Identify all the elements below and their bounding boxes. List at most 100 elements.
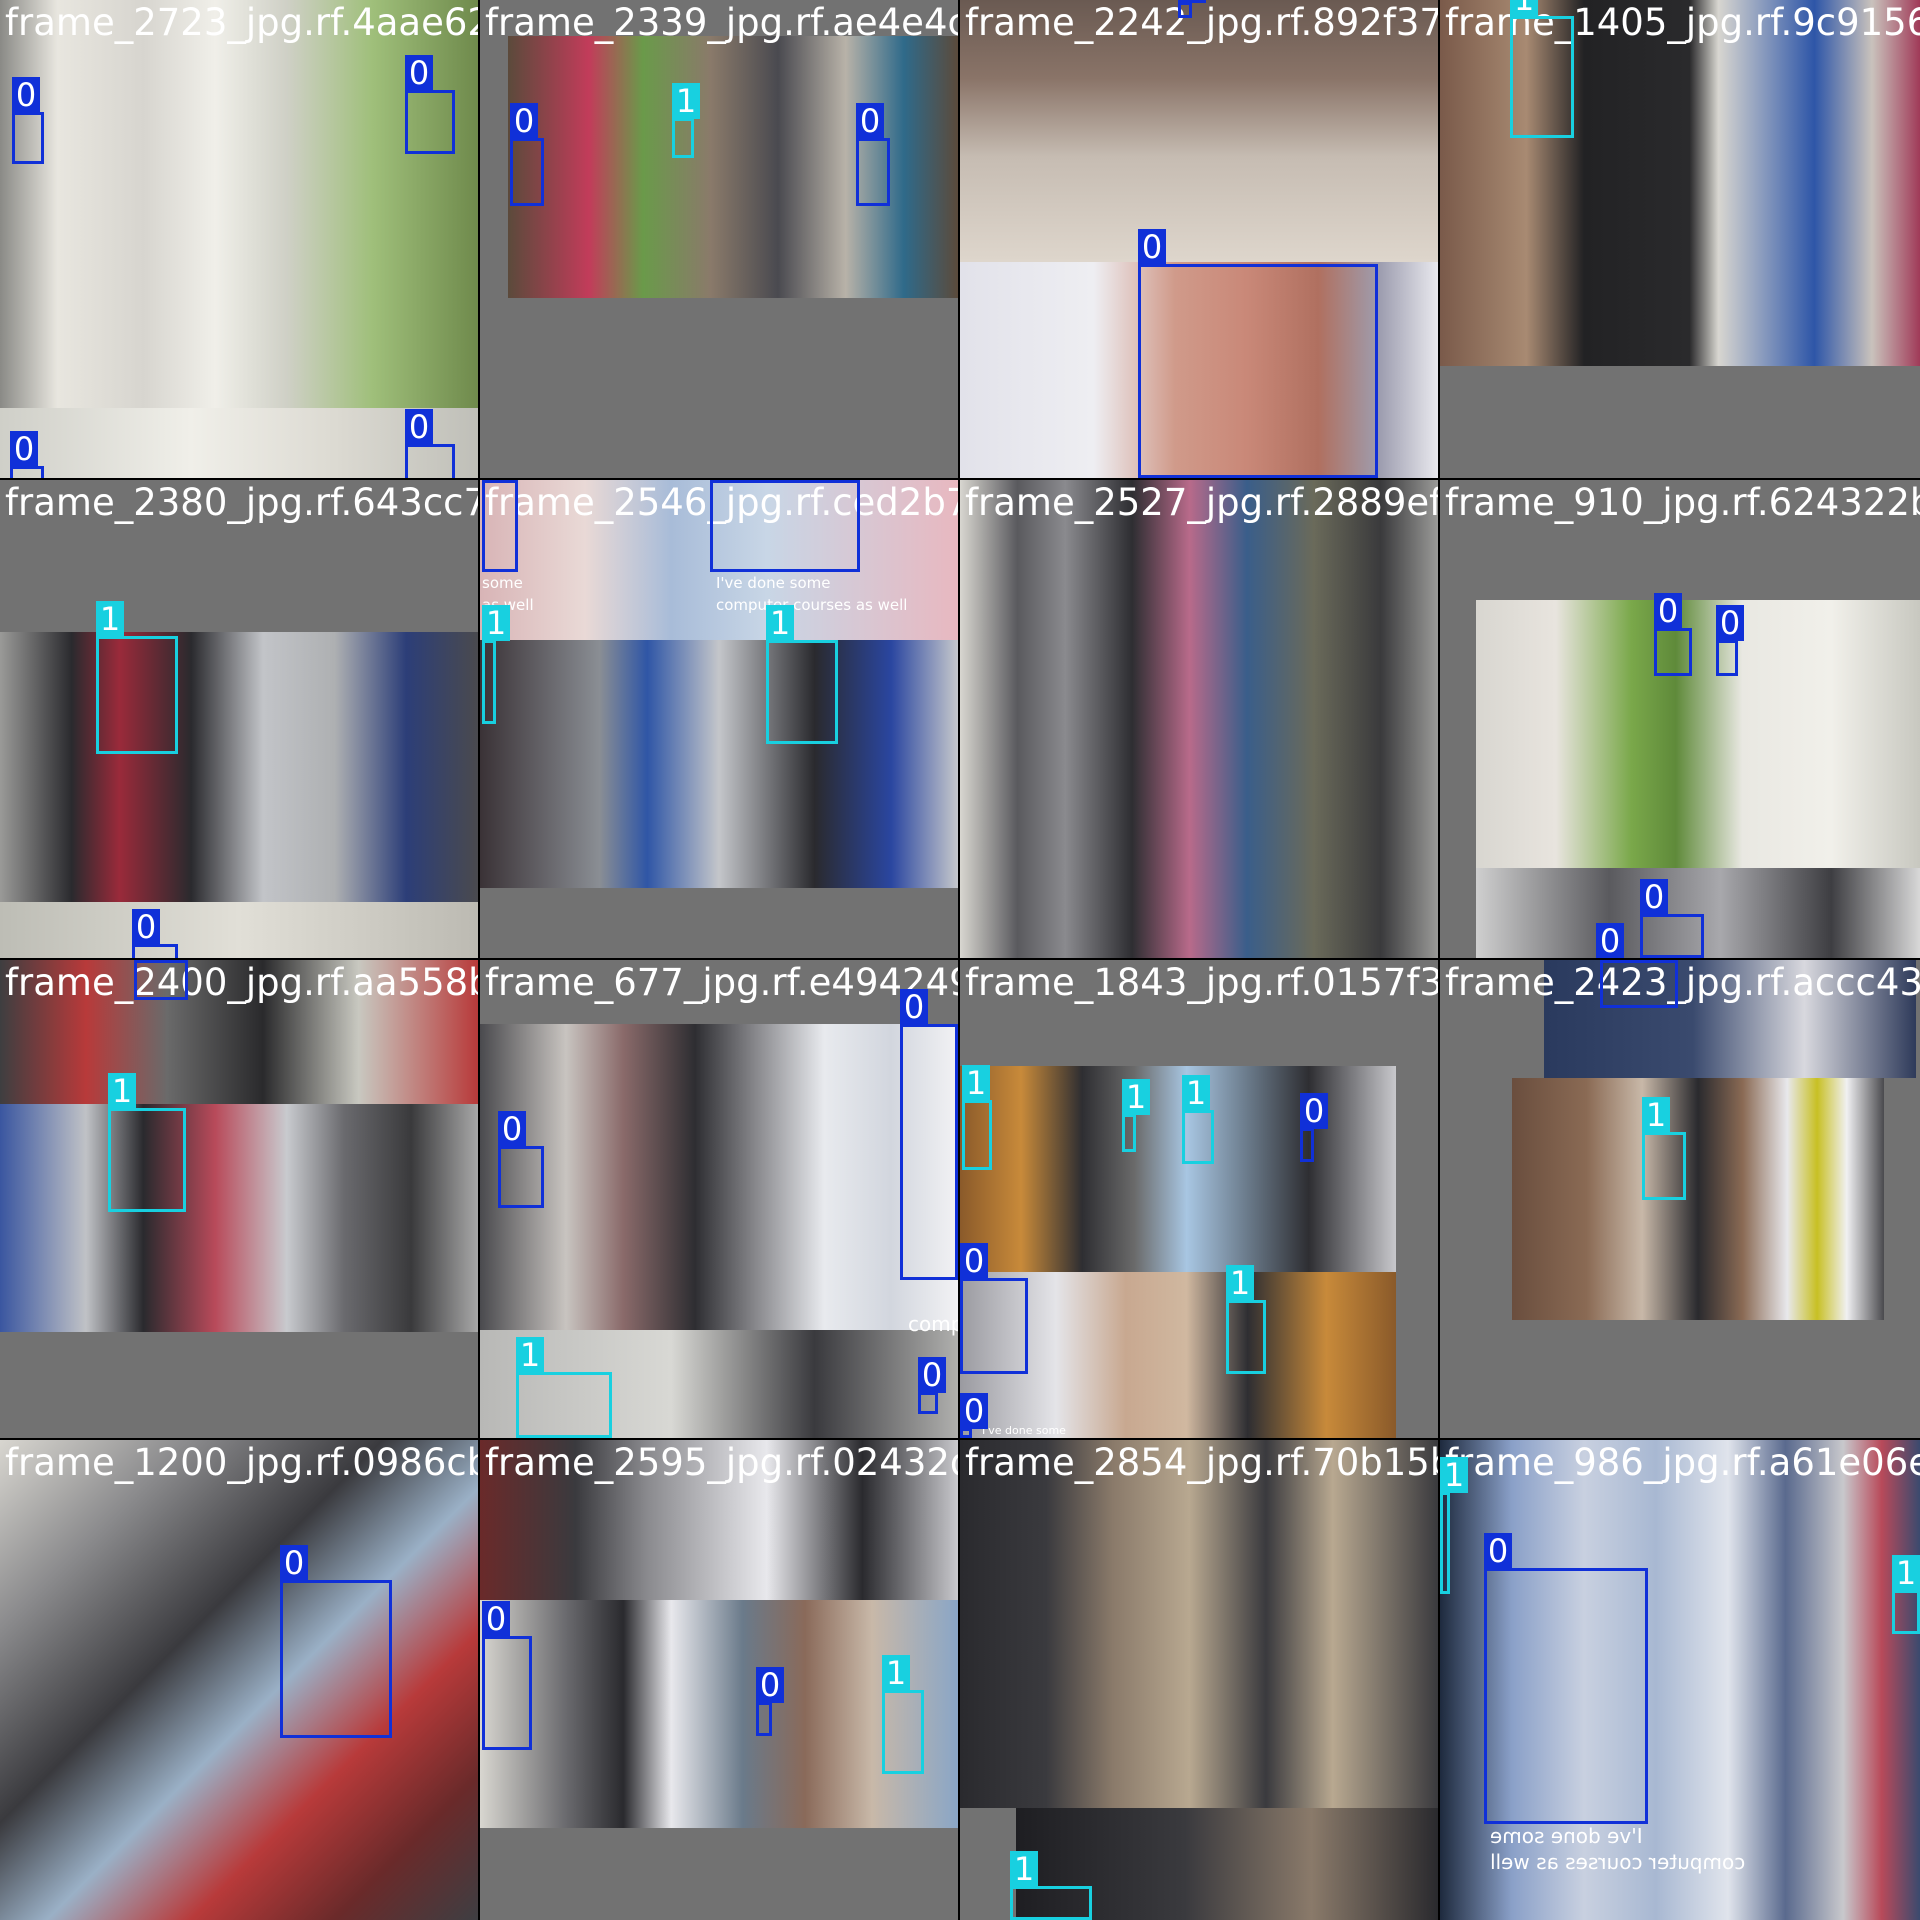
class-label: 0 — [1300, 1093, 1328, 1129]
photo-region — [0, 1104, 478, 1332]
class-label: 0 — [405, 409, 433, 445]
class-label: 0 — [960, 1243, 988, 1279]
detection-box: 0 — [10, 431, 44, 478]
subtitle-caption: some — [482, 574, 523, 592]
class-label: 0 — [710, 480, 738, 481]
mosaic-grid: frame_2723_jpg.rf.4aae62b5 0 0 0 0 frame… — [0, 0, 1920, 1920]
detection-box: 0 — [960, 1393, 988, 1438]
detection-box: 0 — [960, 1243, 1028, 1374]
mosaic-tile: frame_2339_jpg.rf.ae4e4cba 0 1 0 — [480, 0, 958, 478]
class-label: 1 — [516, 1337, 544, 1373]
tile-title: frame_2854_jpg.rf.70b15b0 — [965, 1441, 1438, 1484]
subtitle-caption: comp — [908, 1312, 958, 1336]
detection-box: 1 — [108, 1073, 186, 1212]
tile-title: frame_2400_jpg.rf.aa558bfd1 — [5, 961, 478, 1004]
photo-region — [1476, 600, 1920, 868]
subtitle-caption: I've done some — [982, 1424, 1066, 1437]
mosaic-tile: frame_2546_jpg.rf.ced2b7a6 some as well … — [480, 480, 958, 958]
class-label: 0 — [280, 1545, 308, 1581]
class-label: 0 — [1138, 229, 1166, 265]
class-label: 1 — [672, 83, 700, 119]
detection-box: 1 — [96, 601, 178, 754]
detection-box: 1 — [962, 1065, 992, 1170]
class-label: 1 — [766, 605, 794, 641]
photo-region — [960, 1066, 1396, 1272]
class-label: 0 — [134, 960, 162, 961]
tile-title: frame_2723_jpg.rf.4aae62b5 — [5, 1, 478, 44]
mosaic-tile: frame_2423_jpg.rf.accc4338 0 1 — [1440, 960, 1920, 1438]
detection-box: 0 — [900, 989, 958, 1280]
class-label: 0 — [1600, 960, 1628, 961]
class-label: 1 — [1010, 1851, 1038, 1887]
class-label: 1 — [882, 1655, 910, 1691]
tile-title: frame_2242_jpg.rf.892f370 — [965, 1, 1438, 44]
tile-title: frame_2339_jpg.rf.ae4e4cba — [485, 1, 958, 44]
photo-region — [508, 36, 958, 298]
class-label: 0 — [960, 1393, 988, 1429]
tile-title: frame_2380_jpg.rf.643cc7b4 — [5, 481, 478, 524]
mosaic-tile: frame_910_jpg.rf.624322b6c 0 0 0 0 — [1440, 480, 1920, 958]
photo-region — [480, 640, 958, 888]
detection-box: 0 — [482, 1601, 532, 1750]
photo-region — [0, 902, 478, 958]
detection-box: 1 — [482, 605, 510, 724]
detection-box: 0 — [1300, 1093, 1328, 1162]
detection-box: 0 — [1640, 879, 1704, 958]
class-label: 0 — [1178, 0, 1206, 3]
mosaic-tile: frame_2400_jpg.rf.aa558bfd1 0 1 — [0, 960, 478, 1438]
detection-box: 1 — [1226, 1265, 1266, 1374]
tile-title: frame_910_jpg.rf.624322b6c — [1445, 481, 1920, 524]
detection-box: 1 — [1510, 0, 1574, 138]
subtitle-caption: I've done some — [716, 574, 831, 592]
mosaic-tile: frame_986_jpg.rf.a61e06e9 I've done some… — [1440, 1440, 1920, 1920]
detection-box: 1 — [516, 1337, 612, 1438]
detection-box: 0 — [405, 55, 455, 154]
class-label: 1 — [962, 1065, 990, 1101]
class-label: 1 — [1642, 1097, 1670, 1133]
detection-box: 0 — [1484, 1533, 1648, 1824]
mosaic-tile: frame_2527_jpg.rf.2889ef46fe — [960, 480, 1438, 958]
photo-region — [0, 632, 478, 902]
class-label: 0 — [10, 431, 38, 467]
class-label: 1 — [1182, 1075, 1210, 1111]
class-label: 1 — [1226, 1265, 1254, 1301]
class-label: 1 — [1892, 1555, 1920, 1591]
class-label: 0 — [482, 480, 510, 481]
class-label: 0 — [510, 103, 538, 139]
class-label: 0 — [132, 909, 160, 945]
photo-region — [960, 480, 1438, 958]
detection-box: 0 — [856, 103, 890, 206]
class-label: 0 — [1716, 605, 1744, 641]
detection-box: 0 — [918, 1357, 946, 1414]
detection-box: 1 — [1182, 1075, 1214, 1164]
detection-box: 0 — [1716, 605, 1744, 676]
class-label: 1 — [482, 605, 510, 641]
photo-region — [480, 1024, 958, 1330]
photo-region — [960, 1440, 1438, 1808]
mosaic-tile: frame_2380_jpg.rf.643cc7b4 1 0 — [0, 480, 478, 958]
mosaic-tile: frame_1405_jpg.rf.9c91562 1 — [1440, 0, 1920, 478]
tile-title: frame_1843_jpg.rf.0157f339 — [965, 961, 1438, 1004]
tile-title: frame_677_jpg.rf.e4942498 — [485, 961, 958, 1004]
class-label: 0 — [1640, 879, 1668, 915]
class-label: 1 — [1510, 0, 1538, 17]
detection-box: 1 — [882, 1655, 924, 1774]
class-label: 0 — [498, 1111, 526, 1147]
detection-box: 1 — [1010, 1851, 1092, 1920]
detection-box: 0 — [1654, 593, 1692, 676]
class-label: 0 — [1596, 923, 1624, 958]
class-label: 0 — [1484, 1533, 1512, 1569]
detection-box: 1 — [1892, 1555, 1920, 1634]
class-label: 0 — [12, 77, 40, 113]
class-label: 0 — [405, 55, 433, 91]
subtitle-caption: I've done some — [1490, 1824, 1643, 1848]
detection-box: 1 — [1122, 1079, 1150, 1152]
subtitle-caption: computer courses as well — [1490, 1850, 1746, 1874]
detection-box: 0 — [12, 77, 44, 164]
detection-box: 0 — [710, 480, 860, 572]
class-label: 1 — [1440, 1457, 1468, 1493]
tile-title: frame_2423_jpg.rf.accc4338 — [1445, 961, 1920, 1004]
detection-box: 0 — [134, 960, 188, 1000]
detection-box: 0 — [482, 480, 518, 572]
class-label: 0 — [900, 989, 928, 1025]
